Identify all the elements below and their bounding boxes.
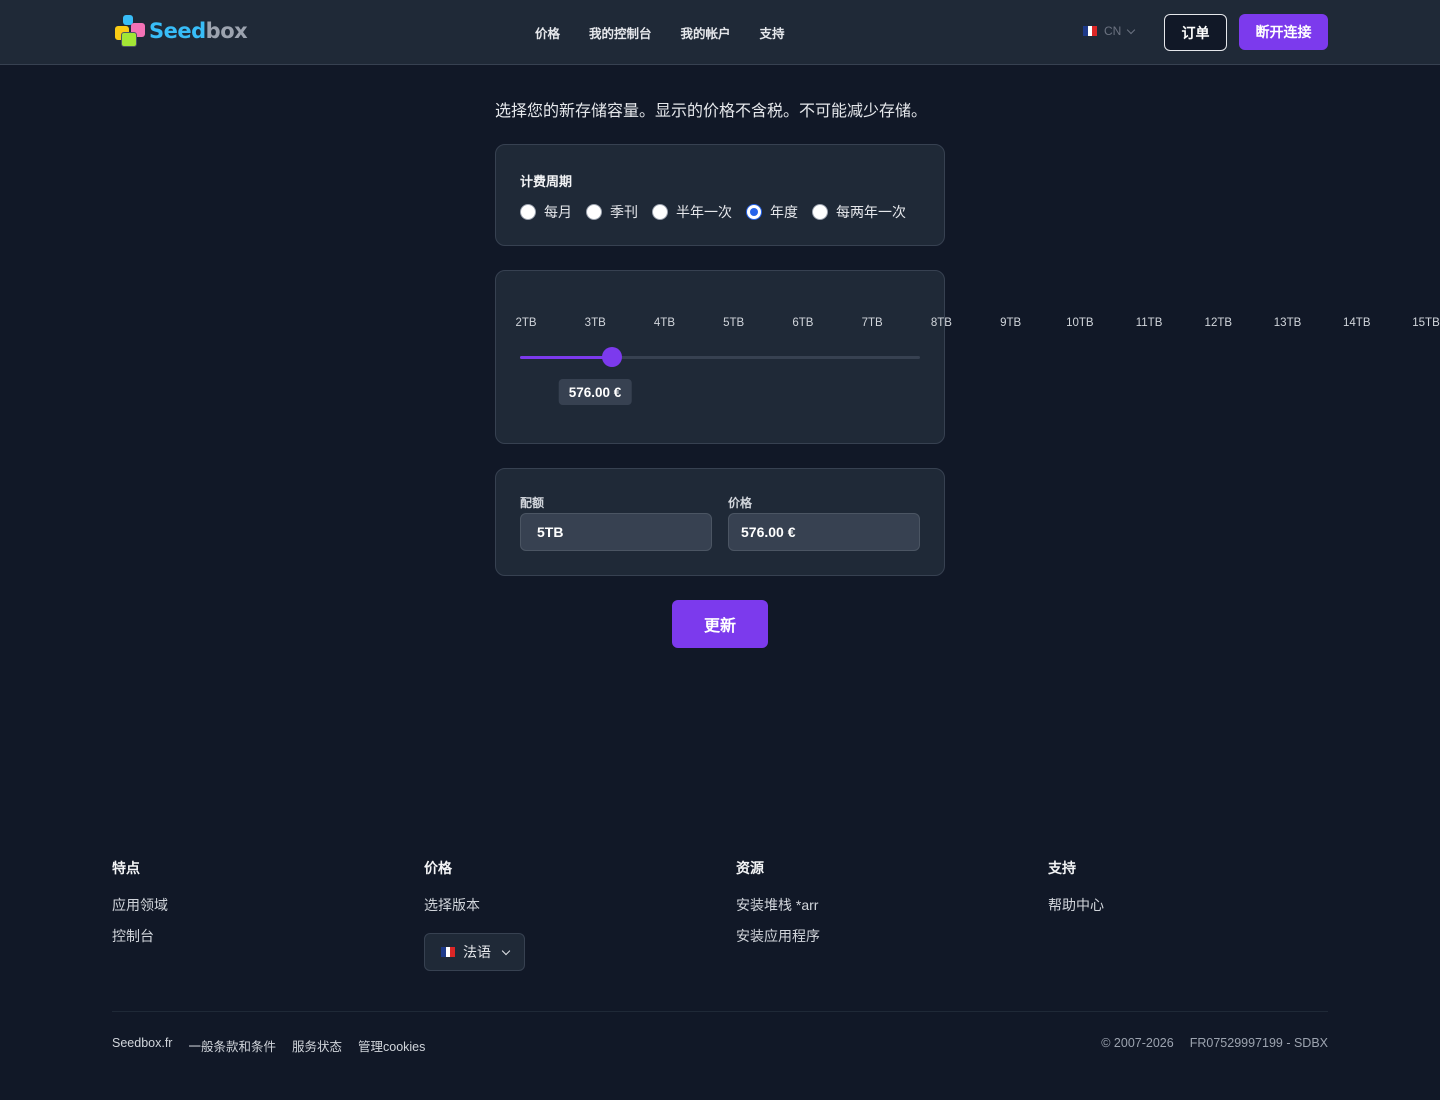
storage-slider-thumb[interactable]: [602, 347, 622, 367]
nav-pricing[interactable]: 价格: [535, 23, 560, 42]
footer-divider: [112, 1011, 1328, 1012]
billing-option-monthly[interactable]: 每月: [520, 202, 572, 222]
storage-tick-label[interactable]: 3TB: [585, 317, 606, 329]
storage-tick-label[interactable]: 12TB: [1205, 317, 1233, 329]
french-flag-icon: [441, 947, 456, 957]
billing-cycle-options: 每月 季刊 半年一次 年度 每两年一次: [520, 202, 920, 222]
chevron-down-icon: [1127, 25, 1136, 34]
storage-tick-label[interactable]: 10TB: [1066, 317, 1094, 329]
footer-link-terms[interactable]: 一般条款和条件: [188, 1036, 276, 1055]
footer-link-cookies[interactable]: 管理cookies: [358, 1036, 425, 1055]
storage-tick-label[interactable]: 9TB: [1000, 317, 1021, 329]
footer-link-help-center[interactable]: 帮助中心: [1048, 895, 1104, 915]
summary-card: 配额 5TB 价格 576.00 €: [495, 468, 945, 576]
footer-language-label: 法语: [463, 944, 491, 960]
footer-language-select[interactable]: 法语: [424, 933, 525, 971]
logout-button[interactable]: 断开连接: [1239, 14, 1328, 50]
storage-tick-label[interactable]: 13TB: [1274, 317, 1302, 329]
storage-tick-label[interactable]: 5TB: [723, 317, 744, 329]
storage-tick-labels: 2TB 3TB 4TB 5TB 6TB 7TB 8TB 9TB 10TB 11TB 12TB 13TB…: [496, 317, 1439, 333]
footer-link-install-arr[interactable]: 安装堆栈 *arr: [736, 895, 820, 915]
quota-label: 配额: [520, 496, 545, 510]
billing-option-biennial[interactable]: 每两年一次: [812, 202, 906, 222]
footer-heading: 支持: [1048, 860, 1076, 876]
footer-link-console[interactable]: 控制台: [112, 926, 168, 946]
logo-cubes-icon: [113, 14, 147, 48]
footer-link-install-apps[interactable]: 安装应用程序: [736, 926, 820, 946]
footer-link-use-cases[interactable]: 应用领域: [112, 895, 168, 915]
storage-slider-fill: [520, 356, 612, 359]
footer-legal: © 2007-2026 FR07529997199 - SDBX: [1101, 1036, 1328, 1050]
radio-semiannual[interactable]: [652, 204, 668, 220]
storage-tick-label[interactable]: 11TB: [1136, 317, 1163, 329]
footer-link-home[interactable]: Seedbox.fr: [112, 1036, 172, 1055]
billing-option-semiannual[interactable]: 半年一次: [652, 202, 732, 222]
header-language-select[interactable]: CN: [1083, 24, 1136, 38]
logo-text: Seedbox: [149, 19, 248, 43]
radio-biennial[interactable]: [812, 204, 828, 220]
footer-bottom-links: Seedbox.fr 一般条款和条件 服务状态 管理cookies: [112, 1036, 425, 1055]
footer-col-resources: 资源 安装堆栈 *arr 安装应用程序: [736, 858, 820, 957]
storage-intro-text: 选择您的新存储容量。显示的价格不含税。不可能减少存储。: [495, 103, 928, 120]
language-code: CN: [1104, 24, 1122, 38]
nav-console[interactable]: 我的控制台: [589, 23, 652, 42]
footer-heading: 价格: [424, 860, 452, 876]
footer-link-choose-version[interactable]: 选择版本: [424, 895, 480, 915]
storage-slider-card: 2TB 3TB 4TB 5TB 6TB 7TB 8TB 9TB 10TB 11TB 12TB 13TB…: [495, 270, 1440, 444]
footer-col-pricing: 价格 选择版本: [424, 858, 480, 926]
radio-monthly[interactable]: [520, 204, 536, 220]
nav-support[interactable]: 支持: [760, 23, 785, 42]
billing-option-annual[interactable]: 年度: [746, 202, 798, 222]
footer-heading: 特点: [112, 860, 140, 876]
nav-account[interactable]: 我的帐户: [681, 23, 731, 42]
storage-tick-label[interactable]: 6TB: [792, 317, 813, 329]
billing-cycle-card: 计费周期 每月 季刊 半年一次 年度 每两年一次: [495, 144, 945, 246]
footer-col-support: 支持 帮助中心: [1048, 858, 1104, 926]
main-nav: 价格 我的控制台 我的帐户 支持: [535, 0, 814, 64]
copyright: © 2007-2026: [1101, 1036, 1174, 1050]
update-button[interactable]: 更新: [672, 600, 768, 648]
french-flag-icon: [1083, 26, 1098, 36]
storage-tick-label[interactable]: 14TB: [1343, 317, 1371, 329]
footer-heading: 资源: [736, 860, 764, 876]
company-id: FR07529997199 - SDBX: [1189, 1036, 1328, 1050]
storage-tick-label[interactable]: 2TB: [515, 317, 536, 329]
footer-link-status[interactable]: 服务状态: [292, 1036, 342, 1055]
top-header: Seedbox 价格 我的控制台 我的帐户 支持 CN 订单 断开连接: [0, 0, 1440, 65]
storage-tick-label[interactable]: 7TB: [862, 317, 883, 329]
price-bubble: 576.00 €: [558, 379, 632, 405]
chevron-down-icon: [501, 946, 511, 955]
storage-tick-label[interactable]: 15TB: [1412, 317, 1440, 329]
price-label: 价格: [728, 496, 753, 510]
storage-tick-label[interactable]: 4TB: [654, 317, 675, 329]
footer-col-features: 特点 应用领域 控制台: [112, 858, 168, 957]
radio-annual[interactable]: [746, 204, 762, 220]
order-button[interactable]: 订单: [1164, 14, 1227, 51]
quota-field: 5TB: [520, 513, 712, 551]
billing-cycle-label: 计费周期: [520, 174, 573, 189]
storage-slider-track[interactable]: [520, 356, 920, 359]
price-field: 576.00 €: [728, 513, 920, 551]
seedbox-logo[interactable]: Seedbox: [113, 14, 248, 48]
billing-option-quarterly[interactable]: 季刊: [586, 202, 638, 222]
storage-tick-label[interactable]: 8TB: [931, 317, 952, 329]
radio-quarterly[interactable]: [586, 204, 602, 220]
